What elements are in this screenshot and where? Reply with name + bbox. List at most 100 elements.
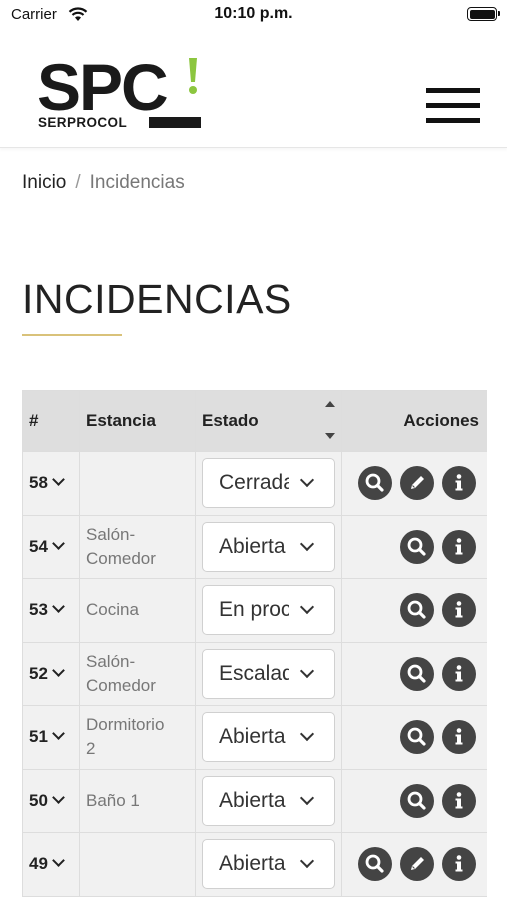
info-button[interactable]: info-icon xyxy=(442,720,476,755)
expand-chevron-icon[interactable] xyxy=(52,473,65,487)
page-title: INCIDENCIAS xyxy=(22,276,292,322)
row-number-cell[interactable]: 52 xyxy=(22,641,80,706)
view-button[interactable]: search-icon xyxy=(400,720,434,755)
info-button[interactable]: info-icon xyxy=(442,593,476,628)
chevron-down-icon xyxy=(299,663,315,678)
menu-icon[interactable] xyxy=(426,88,480,124)
estancia-line-1: Cocina xyxy=(86,600,139,620)
actions-cell: search-iconedit-iconinfo-icon xyxy=(341,451,487,516)
serprocol-logo[interactable]: SPC SERPROCOL xyxy=(37,54,207,134)
row-number: 50 xyxy=(29,790,48,810)
actions-cell: search-iconinfo-icon xyxy=(341,578,487,643)
estado-select[interactable]: Abierta xyxy=(202,521,335,572)
info-button[interactable]: info-icon xyxy=(442,466,476,501)
incidencias-table-container[interactable]: # Estancia Estado Acciones 58 Cerrada sear… xyxy=(22,390,487,900)
estado-cell: En proceso xyxy=(195,578,342,643)
estado-cell: Abierta xyxy=(195,832,342,897)
expand-chevron-icon[interactable] xyxy=(52,727,65,741)
row-number-cell[interactable]: 54 xyxy=(22,514,80,579)
breadcrumb: Inicio / Incidencias xyxy=(22,172,185,194)
logo-subtitle: SERPROCOL xyxy=(38,115,128,130)
status-bar: Carrier 10:10 p.m. xyxy=(0,0,507,30)
chevron-down-icon xyxy=(299,854,315,869)
estado-select[interactable]: Cerrada xyxy=(202,458,335,509)
info-button[interactable]: info-icon xyxy=(442,656,476,691)
table-row: 53 Cocina En proceso search-iconinfo-icon xyxy=(22,578,487,643)
title-underline xyxy=(22,334,122,336)
estancia-cell xyxy=(79,832,196,897)
estado-cell: Cerrada xyxy=(195,451,342,516)
view-button[interactable]: search-icon xyxy=(400,656,434,691)
row-number: 54 xyxy=(29,536,48,556)
info-button[interactable]: info-icon xyxy=(442,847,476,882)
expand-chevron-icon[interactable] xyxy=(52,854,65,868)
sort-icon[interactable] xyxy=(325,391,335,452)
expand-chevron-icon[interactable] xyxy=(52,790,65,804)
expand-chevron-icon[interactable] xyxy=(52,536,65,550)
estado-cell: Escalada xyxy=(195,641,342,706)
logo-bar xyxy=(149,117,201,128)
logo-mark: SPC xyxy=(37,50,169,124)
view-button[interactable]: search-icon xyxy=(400,529,434,564)
breadcrumb-home-link[interactable]: Inicio xyxy=(22,172,66,193)
chevron-down-icon xyxy=(299,536,315,551)
info-button[interactable]: info-icon xyxy=(442,783,476,818)
row-number-cell[interactable]: 51 xyxy=(22,705,80,770)
incidencias-table: # Estancia Estado Acciones 58 Cerrada sear… xyxy=(22,390,487,897)
logo-exclamation-icon xyxy=(189,58,197,94)
column-header-acciones: Acciones xyxy=(341,390,487,452)
estancia-line-2: Comedor xyxy=(86,675,156,695)
row-number-cell[interactable]: 58 xyxy=(22,451,80,516)
edit-button[interactable]: edit-icon xyxy=(400,466,434,501)
estado-value: Abierta xyxy=(219,725,286,749)
info-button[interactable]: info-icon xyxy=(442,529,476,564)
estado-value: Abierta xyxy=(219,534,286,558)
column-header-estado[interactable]: Estado xyxy=(195,390,342,452)
estancia-line-1: Salón- xyxy=(86,651,136,671)
table-row: 58 Cerrada search-iconedit-iconinfo-icon xyxy=(22,451,487,516)
table-row: 51 Dormitorio 2 Abierta search-iconinfo-icon xyxy=(22,705,487,770)
view-button[interactable]: search-icon xyxy=(358,466,392,501)
site-header: SPC SERPROCOL xyxy=(0,30,507,148)
column-header-num[interactable]: # xyxy=(22,390,80,452)
edit-button[interactable]: edit-icon xyxy=(400,847,434,882)
estancia-cell: Baño 1 xyxy=(79,768,196,833)
row-number: 52 xyxy=(29,663,48,683)
table-row: 54 Salón- Comedor Abierta search-iconinfo-ic… xyxy=(22,514,487,579)
expand-chevron-icon[interactable] xyxy=(52,600,65,614)
breadcrumb-separator: / xyxy=(75,172,81,193)
estancia-line-1: Baño 1 xyxy=(86,790,140,810)
estancia-line-2: Comedor xyxy=(86,548,156,568)
row-number-cell[interactable]: 49 xyxy=(22,832,80,897)
column-header-estado-label: Estado xyxy=(202,411,259,430)
estado-value: Escalada xyxy=(219,661,289,685)
estado-select[interactable]: En proceso xyxy=(202,585,335,636)
view-button[interactable]: search-icon xyxy=(400,593,434,628)
chevron-down-icon xyxy=(299,600,315,615)
estado-select[interactable]: Abierta xyxy=(202,839,335,890)
row-number-cell[interactable]: 50 xyxy=(22,768,80,833)
estancia-line-2: 2 xyxy=(86,739,96,759)
estado-cell: Abierta xyxy=(195,514,342,579)
column-header-estancia[interactable]: Estancia xyxy=(79,390,196,452)
actions-cell: search-iconedit-iconinfo-icon xyxy=(341,832,487,897)
estancia-cell: Salón- Comedor xyxy=(79,641,196,706)
estado-select[interactable]: Escalada xyxy=(202,648,335,699)
estancia-line-1: Salón- xyxy=(86,524,136,544)
table-header-row: # Estancia Estado Acciones xyxy=(22,390,487,452)
estancia-cell xyxy=(79,451,196,516)
estancia-cell: Salón- Comedor xyxy=(79,514,196,579)
estado-select[interactable]: Abierta xyxy=(202,712,335,763)
estado-cell: Abierta xyxy=(195,768,342,833)
row-number: 49 xyxy=(29,854,48,874)
expand-chevron-icon[interactable] xyxy=(52,663,65,677)
view-button[interactable]: search-icon xyxy=(400,783,434,818)
estancia-cell: Dormitorio 2 xyxy=(79,705,196,770)
row-number-cell[interactable]: 53 xyxy=(22,578,80,643)
view-button[interactable]: search-icon xyxy=(358,847,392,882)
estado-value: Abierta xyxy=(219,852,286,876)
estado-select[interactable]: Abierta xyxy=(202,775,335,826)
row-number: 51 xyxy=(29,727,48,747)
actions-cell: search-iconinfo-icon xyxy=(341,641,487,706)
table-row: 52 Salón- Comedor Escalada search-iconinfo-i… xyxy=(22,641,487,706)
